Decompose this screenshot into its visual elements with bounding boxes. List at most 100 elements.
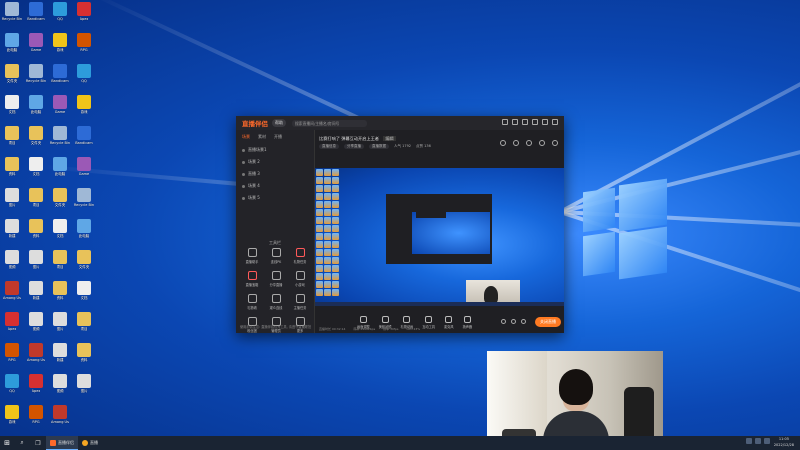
input-method-icon[interactable] [764, 438, 770, 444]
desktop-icon[interactable]: Apex [25, 374, 47, 398]
desktop-icon[interactable]: 图片 [1, 188, 23, 212]
scene-item[interactable]: 场景 4 [236, 180, 314, 192]
desktop-icon[interactable]: Among Us [1, 281, 23, 305]
stream-preview[interactable] [315, 168, 564, 306]
eye-icon[interactable] [242, 184, 245, 188]
settings-icon[interactable] [522, 119, 528, 125]
desktop-icon[interactable]: 项目 [25, 188, 47, 212]
tab-live[interactable]: 开播 [274, 134, 282, 140]
tool-button[interactable]: 直播宝箱 [240, 271, 264, 287]
volume-icon[interactable] [755, 438, 761, 444]
eye-icon[interactable] [242, 148, 245, 152]
desktop-icon[interactable]: 项目 [73, 312, 95, 336]
desktop-icon[interactable]: 视频 [25, 312, 47, 336]
tool-button[interactable]: 观众连线 [264, 294, 288, 310]
desktop-icon[interactable]: 文件夹 [1, 64, 23, 88]
desktop-icon[interactable]: Game [25, 33, 47, 57]
desktop-icon[interactable]: Bandicam [73, 126, 95, 150]
desktop-icon[interactable]: Apex [1, 312, 23, 336]
maximize-icon[interactable] [542, 119, 548, 125]
desktop-icon[interactable]: 文档 [49, 219, 71, 243]
desktop-icon[interactable]: 图片 [73, 374, 95, 398]
live-streaming-app-window[interactable]: 直播伴侣 帮助 搜索直播间/主播名/房间号 场景 素材 开播 直播场景1 场景 … [236, 116, 564, 333]
lock-icon[interactable] [513, 140, 519, 146]
desktop-icon[interactable]: Recycle Bin [1, 2, 23, 26]
desktop-icon[interactable]: 视频 [49, 374, 71, 398]
network-icon[interactable] [746, 438, 752, 444]
tool-button[interactable]: 礼物任务 [288, 248, 312, 264]
desktop-icon[interactable]: 文档 [1, 95, 23, 119]
camera-icon[interactable] [501, 319, 506, 324]
desktop-icon[interactable]: Among Us [25, 343, 47, 367]
avatar-icon[interactable] [502, 119, 508, 125]
desktop-icon[interactable]: 新建 [1, 219, 23, 243]
desktop-icon[interactable]: Game [73, 157, 95, 181]
desktop-icon[interactable]: Game [49, 95, 71, 119]
record-icon[interactable] [511, 319, 516, 324]
share-live-button[interactable]: 分享直播 [344, 144, 364, 149]
desktop-icon[interactable]: 项目 [49, 250, 71, 274]
desktop-icon[interactable]: 新建 [25, 281, 47, 305]
desktop-icon[interactable]: 此电脑 [1, 33, 23, 57]
bell-icon[interactable] [539, 140, 545, 146]
desktop-icon[interactable]: 文件夹 [25, 126, 47, 150]
desktop-icon[interactable]: 资料 [49, 281, 71, 305]
taskbar-clock[interactable]: 11:05 2022/12/28 [774, 437, 794, 448]
desktop-icon[interactable]: 文档 [73, 281, 95, 305]
mail-icon[interactable] [512, 119, 518, 125]
desktop-icon[interactable]: 图片 [49, 312, 71, 336]
desktop-icon[interactable]: Recycle Bin [25, 64, 47, 88]
tool-button[interactable]: 直播助手 [240, 248, 264, 264]
desktop-icon[interactable]: 资料 [73, 343, 95, 367]
desktop-icon[interactable]: QQ [49, 2, 71, 26]
tool-button[interactable]: 礼物墙 [240, 294, 264, 310]
desktop-icon[interactable]: 文件夹 [73, 250, 95, 274]
minimize-icon[interactable] [532, 119, 538, 125]
desktop-icon[interactable]: QQ [1, 374, 23, 398]
desktop-icon[interactable]: 视频 [1, 250, 23, 274]
scene-item[interactable]: 场景 2 [236, 156, 314, 168]
desktop-icon[interactable]: Among Us [49, 405, 71, 429]
desktop-icon[interactable]: Bandicam [49, 64, 71, 88]
desktop-icon[interactable]: RPG [1, 343, 23, 367]
scene-item[interactable]: 直播场景1 [236, 144, 314, 156]
desktop-icon[interactable]: 游戏 [73, 95, 95, 119]
tab-material[interactable]: 素材 [258, 134, 266, 140]
close-icon[interactable] [552, 119, 558, 125]
app-title-bar[interactable]: 直播伴侣 帮助 搜索直播间/主播名/房间号 [236, 116, 564, 130]
search-input[interactable]: 搜索直播间/主播名/房间号 [292, 119, 367, 127]
tool-button[interactable]: 连线PK [264, 248, 288, 264]
taskbar-app-live-assistant[interactable]: 直播伴侣 [46, 436, 78, 450]
desktop-icon[interactable]: 资料 [25, 219, 47, 243]
desktop-icon[interactable]: 文件夹 [49, 188, 71, 212]
desktop-icon[interactable]: 项目 [1, 126, 23, 150]
edit-title-button[interactable]: 编辑 [383, 136, 396, 141]
eye-icon[interactable] [242, 196, 245, 200]
tab-scene[interactable]: 场景 [242, 134, 250, 140]
desktop-icon[interactable]: 新建 [49, 343, 71, 367]
desktop-icon[interactable]: Bandicam [25, 2, 47, 26]
search-icon[interactable]: ⌕ [17, 438, 27, 448]
desktop-icon[interactable]: 此电脑 [25, 95, 47, 119]
desktop-icon[interactable]: Apex [73, 2, 95, 26]
share-icon[interactable] [552, 140, 558, 146]
desktop-icon[interactable]: 文档 [25, 157, 47, 181]
taskbar-app-live[interactable]: 直播 [78, 436, 102, 450]
desktop-icon[interactable]: 图片 [25, 250, 47, 274]
task-view-icon[interactable]: ❐ [33, 438, 43, 448]
live-info-button[interactable]: 直播信息 [319, 144, 339, 149]
desktop-icon[interactable]: RPG [73, 33, 95, 57]
screenshot-icon[interactable] [500, 140, 506, 146]
desktop-icon[interactable]: RPG [25, 405, 47, 429]
desktop-icon[interactable]: QQ [73, 64, 95, 88]
settings-icon[interactable] [521, 319, 526, 324]
tool-button[interactable]: 小游戏 [288, 271, 312, 287]
tool-button[interactable]: 主播任务 [288, 294, 312, 310]
tool-button[interactable]: 分享直播 [264, 271, 288, 287]
desktop-icon[interactable]: 此电脑 [73, 219, 95, 243]
desktop-icon[interactable]: 游戏 [1, 405, 23, 429]
desktop-icon[interactable]: 资料 [1, 157, 23, 181]
help-badge[interactable]: 帮助 [272, 119, 286, 127]
desktop-icon[interactable]: Recycle Bin [49, 126, 71, 150]
desktop-icon[interactable]: 此电脑 [49, 157, 71, 181]
